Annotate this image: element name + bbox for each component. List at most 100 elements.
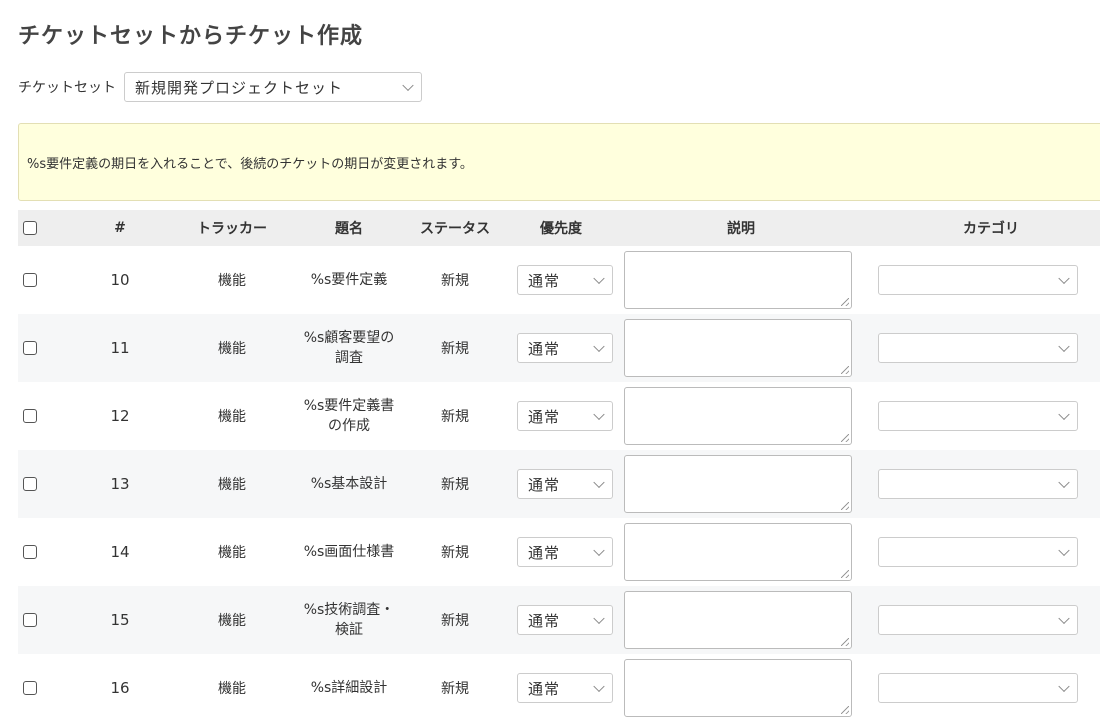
row-subject-cell: %s画面仕様書 [292, 518, 406, 586]
priority-selected-value: 通常 [528, 475, 561, 494]
priority-select[interactable]: 通常 [517, 537, 613, 567]
row-tracker: 機能 [218, 273, 246, 289]
category-select[interactable] [878, 265, 1078, 295]
description-textarea[interactable] [624, 523, 852, 581]
row-subject-cell: %s詳細設計 [292, 654, 406, 722]
row-subject: %s要件定義書の作成 [303, 398, 395, 434]
ticket-set-select[interactable]: 新規開発プロジェクトセット [124, 72, 422, 102]
row-subject-cell: %s基本設計 [292, 450, 406, 518]
chevron-down-icon [1058, 680, 1070, 693]
resize-grip-icon[interactable] [841, 502, 849, 510]
resize-grip-icon[interactable] [841, 638, 849, 646]
category-select[interactable] [878, 401, 1078, 431]
header-tracker[interactable]: トラッカー [172, 210, 292, 246]
row-priority-cell: 通常 [504, 314, 618, 382]
table-header-row: # トラッカー 題名 ステータス 優先度 説明 カテゴリ [18, 210, 1100, 246]
resize-grip-icon[interactable] [841, 298, 849, 306]
row-id: 16 [110, 679, 130, 697]
chevron-down-icon [593, 272, 605, 285]
priority-select[interactable]: 通常 [517, 605, 613, 635]
header-status[interactable]: ステータス [406, 210, 504, 246]
row-category-cell [864, 382, 1100, 450]
row-category-cell [864, 314, 1100, 382]
priority-select[interactable]: 通常 [517, 673, 613, 703]
row-status: 新規 [441, 409, 469, 425]
header-category[interactable]: カテゴリ [864, 210, 1100, 246]
row-subject-cell: %s技術調査・検証 [292, 586, 406, 654]
priority-select[interactable]: 通常 [517, 401, 613, 431]
description-textarea[interactable] [624, 319, 852, 377]
description-textarea[interactable] [624, 659, 852, 717]
select-all-checkbox[interactable] [23, 221, 37, 235]
row-checkbox[interactable] [23, 681, 37, 695]
category-select[interactable] [878, 333, 1078, 363]
priority-selected-value: 通常 [528, 271, 561, 290]
row-description-cell [618, 314, 864, 382]
chevron-down-icon [1058, 476, 1070, 489]
row-category-cell [864, 246, 1100, 314]
chevron-down-icon [593, 544, 605, 557]
row-select-cell [18, 246, 68, 314]
row-subject: %s基本設計 [310, 476, 388, 492]
table-row: 13 機能 %s基本設計 新規 通常 [18, 450, 1100, 518]
priority-selected-value: 通常 [528, 339, 561, 358]
ticket-set-row: チケットセット 新規開発プロジェクトセット [18, 70, 422, 104]
ticket-table: # トラッカー 題名 ステータス 優先度 説明 カテゴリ 10 機能 %s要件定… [18, 210, 1100, 722]
page-title: チケットセットからチケット作成 [18, 24, 364, 49]
row-subject: %s技術調査・検証 [303, 602, 395, 638]
row-checkbox[interactable] [23, 545, 37, 559]
row-checkbox[interactable] [23, 613, 37, 627]
chevron-down-icon [1058, 408, 1070, 421]
resize-grip-icon[interactable] [841, 570, 849, 578]
priority-select[interactable]: 通常 [517, 333, 613, 363]
row-select-cell [18, 586, 68, 654]
row-id: 13 [68, 450, 172, 518]
ticket-set-selected-value: 新規開発プロジェクトセット [135, 78, 344, 97]
priority-selected-value: 通常 [528, 611, 561, 630]
description-textarea[interactable] [624, 387, 852, 445]
priority-selected-value: 通常 [528, 543, 561, 562]
chevron-down-icon [1058, 272, 1070, 285]
priority-select[interactable]: 通常 [517, 469, 613, 499]
resize-grip-icon[interactable] [841, 706, 849, 714]
header-description[interactable]: 説明 [618, 210, 864, 246]
row-description-cell [618, 382, 864, 450]
row-id: 14 [110, 543, 130, 561]
row-priority-cell: 通常 [504, 654, 618, 722]
row-select-cell [18, 314, 68, 382]
category-select[interactable] [878, 469, 1078, 499]
row-status: 新規 [406, 314, 504, 382]
chevron-down-icon [402, 79, 414, 92]
row-status: 新規 [406, 450, 504, 518]
row-category-cell [864, 654, 1100, 722]
row-category-cell [864, 450, 1100, 518]
row-checkbox[interactable] [23, 409, 37, 423]
header-priority[interactable]: 優先度 [504, 210, 618, 246]
category-select[interactable] [878, 673, 1078, 703]
chevron-down-icon [593, 680, 605, 693]
row-subject: %s画面仕様書 [303, 544, 395, 560]
category-select[interactable] [878, 605, 1078, 635]
row-priority-cell: 通常 [504, 382, 618, 450]
chevron-down-icon [593, 408, 605, 421]
ticket-table-wrapper: # トラッカー 題名 ステータス 優先度 説明 カテゴリ 10 機能 %s要件定… [18, 210, 1100, 722]
description-textarea[interactable] [624, 591, 852, 649]
row-checkbox[interactable] [23, 341, 37, 355]
row-checkbox[interactable] [23, 273, 37, 287]
priority-select[interactable]: 通常 [517, 265, 613, 295]
description-textarea[interactable] [624, 251, 852, 309]
row-subject: %s要件定義 [310, 272, 388, 288]
resize-grip-icon[interactable] [841, 434, 849, 442]
category-select[interactable] [878, 537, 1078, 567]
header-subject[interactable]: 題名 [292, 210, 406, 246]
header-select-all[interactable] [18, 210, 68, 246]
header-id[interactable]: # [68, 210, 172, 246]
description-textarea[interactable] [624, 455, 852, 513]
row-checkbox[interactable] [23, 477, 37, 491]
resize-grip-icon[interactable] [841, 366, 849, 374]
chevron-down-icon [1058, 544, 1070, 557]
table-row: 16 機能 %s詳細設計 新規 通常 [18, 654, 1100, 722]
row-id: 12 [110, 407, 130, 425]
row-subject: %s詳細設計 [310, 680, 388, 696]
row-status: 新規 [441, 681, 469, 697]
